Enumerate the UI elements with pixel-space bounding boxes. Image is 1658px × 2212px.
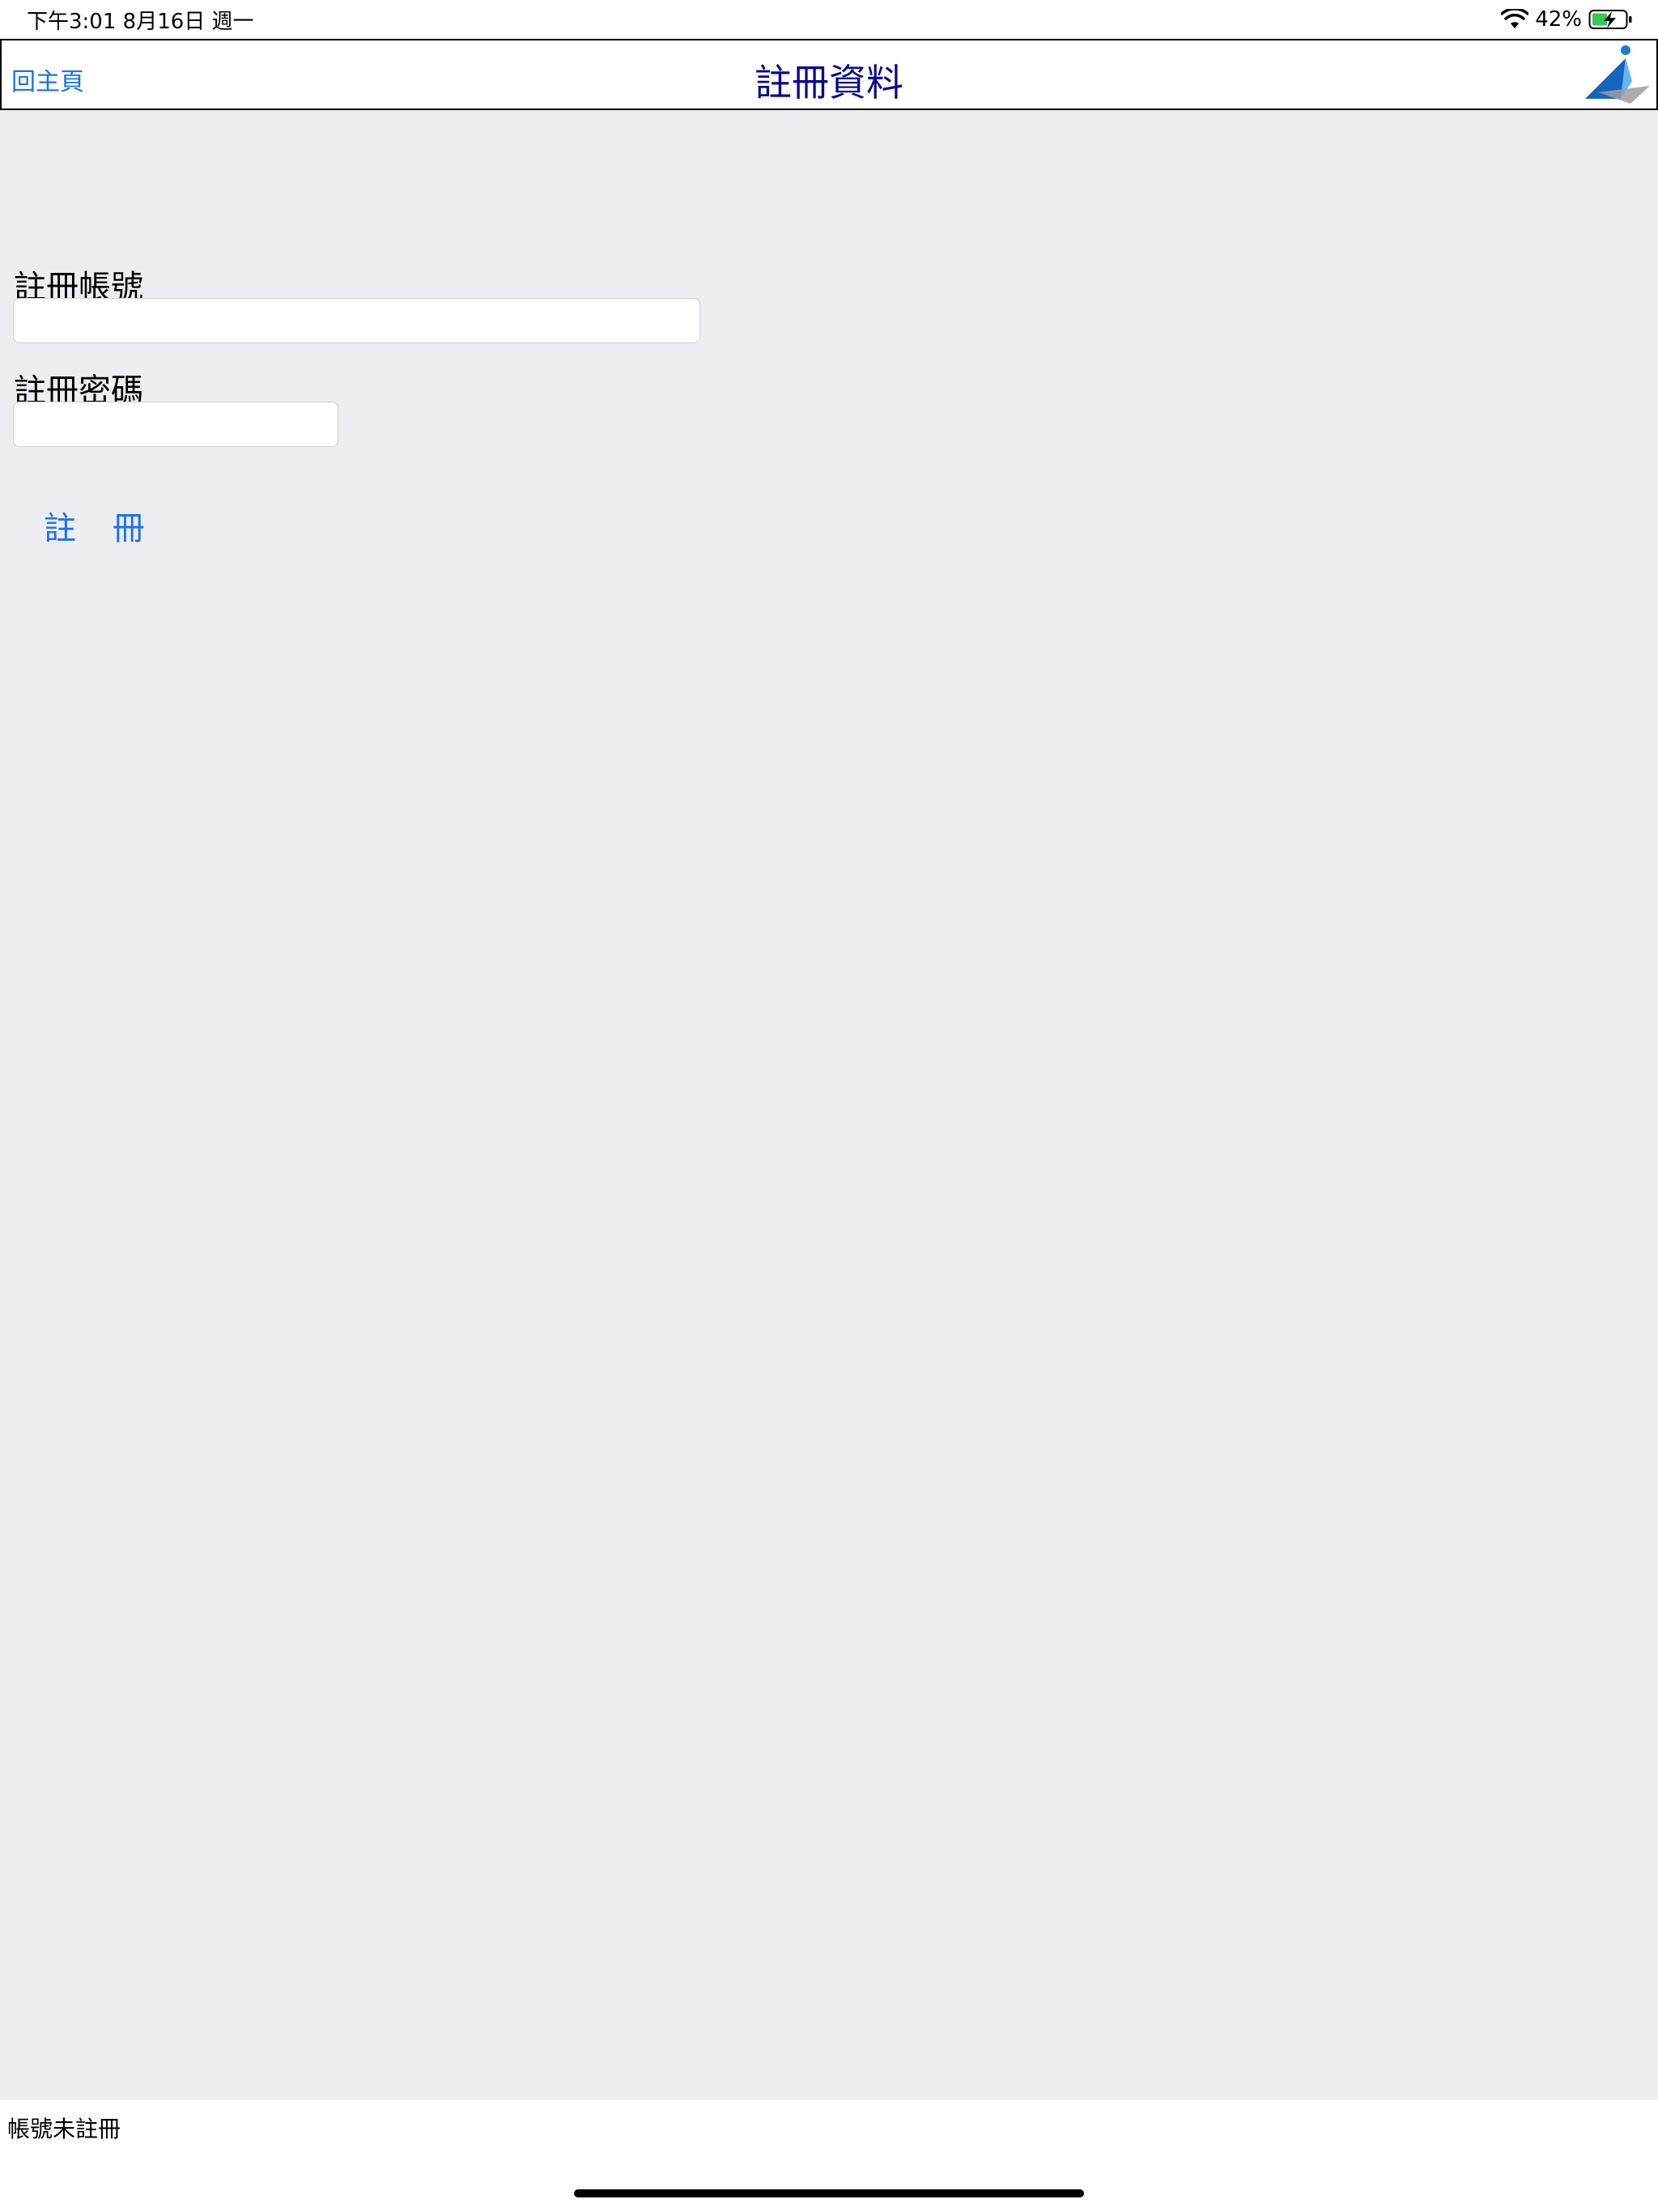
footer-bar: 帳號未註冊 bbox=[0, 2100, 1658, 2212]
home-indicator[interactable] bbox=[574, 2189, 1084, 2197]
nav-bar: 回主頁 註冊資料 bbox=[0, 39, 1658, 110]
battery-charging-icon bbox=[1588, 10, 1632, 29]
registration-status-text: 帳號未註冊 bbox=[7, 2116, 121, 2142]
battery-percent: 42% bbox=[1535, 7, 1582, 32]
status-bar: 下午3:01 8月16日 週一 42% bbox=[0, 0, 1658, 39]
app-logo-icon bbox=[1585, 45, 1650, 104]
page-title: 註冊資料 bbox=[755, 61, 903, 104]
status-indicators: 42% bbox=[1501, 5, 1634, 34]
password-input[interactable] bbox=[13, 402, 338, 447]
account-input[interactable] bbox=[13, 298, 700, 343]
wifi-icon bbox=[1501, 9, 1529, 28]
status-time-date: 下午3:01 8月16日 週一 bbox=[27, 10, 254, 34]
register-button[interactable]: 註 冊 bbox=[44, 502, 158, 549]
